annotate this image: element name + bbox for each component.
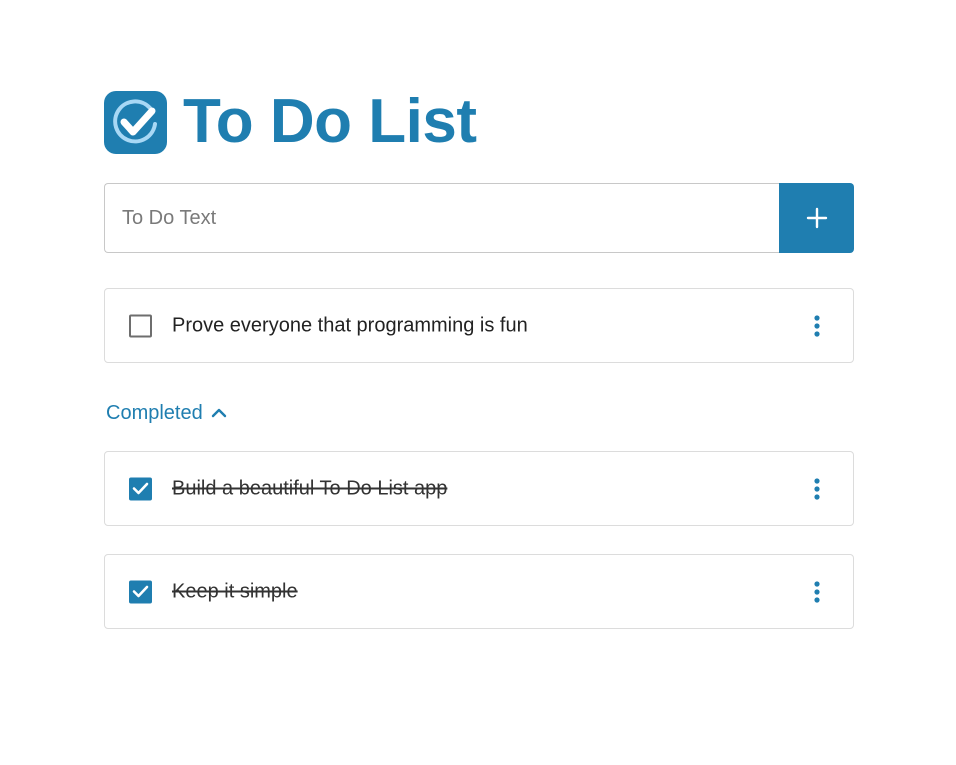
completed-label: Completed bbox=[106, 401, 203, 424]
todo-item: Keep it simple bbox=[104, 554, 854, 629]
completed-section-toggle[interactable]: Completed bbox=[106, 401, 227, 425]
todo-checkbox[interactable] bbox=[129, 314, 152, 337]
todo-app: To Do List Prove everyone that programmi… bbox=[104, 90, 854, 629]
completed-todo-list: Build a beautiful To Do List app Keep it… bbox=[104, 451, 854, 629]
todo-checkbox[interactable] bbox=[129, 477, 152, 500]
header: To Do List bbox=[104, 90, 854, 154]
add-todo-button[interactable] bbox=[779, 183, 854, 253]
more-options-button[interactable] bbox=[807, 474, 827, 504]
more-vertical-icon bbox=[814, 477, 820, 500]
add-todo-form bbox=[104, 183, 854, 253]
todo-text: Keep it simple bbox=[172, 580, 298, 602]
todo-text: Build a beautiful To Do List app bbox=[172, 477, 448, 499]
pending-todo-list: Prove everyone that programming is fun bbox=[104, 288, 854, 363]
more-vertical-icon bbox=[814, 580, 820, 603]
plus-icon bbox=[806, 207, 827, 229]
more-options-button[interactable] bbox=[807, 311, 827, 341]
checkmark-circle-icon bbox=[104, 90, 167, 154]
todo-text: Prove everyone that programming is fun bbox=[172, 314, 528, 336]
chevron-up-icon bbox=[211, 408, 227, 418]
todo-item: Prove everyone that programming is fun bbox=[104, 288, 854, 363]
more-options-button[interactable] bbox=[807, 577, 827, 607]
page-title: To Do List bbox=[183, 87, 477, 156]
checkmark-icon bbox=[132, 482, 149, 495]
more-vertical-icon bbox=[814, 314, 820, 337]
todo-checkbox[interactable] bbox=[129, 580, 152, 603]
checkmark-icon bbox=[132, 585, 149, 598]
todo-item: Build a beautiful To Do List app bbox=[104, 451, 854, 526]
todo-text-input[interactable] bbox=[104, 183, 779, 253]
